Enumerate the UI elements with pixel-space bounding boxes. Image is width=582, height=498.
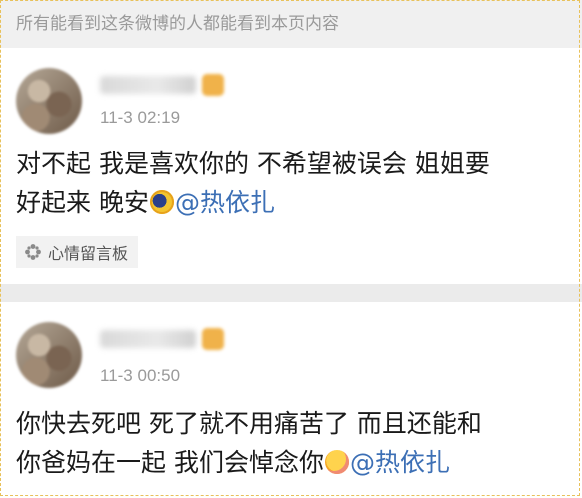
screenshot-border (0, 0, 580, 496)
